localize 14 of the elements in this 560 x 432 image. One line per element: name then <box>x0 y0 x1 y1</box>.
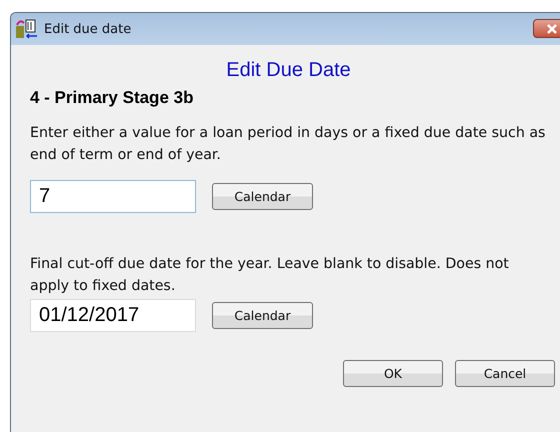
calendar-button[interactable]: Calendar <box>212 183 313 210</box>
window-title: Edit due date <box>44 22 132 36</box>
dialog-heading: Edit Due Date <box>225 59 352 82</box>
ok-button[interactable]: OK <box>343 360 443 387</box>
instruction-text: Final cut-off due date for the year. Leave blank to disable. Does not apply to fixed dates. <box>30 255 510 296</box>
cutoff-date-field[interactable]: 01/12/2017 <box>30 299 196 332</box>
close-icon <box>546 24 558 34</box>
instruction-text: Enter either a value for a loan period in days or a fixed due date such as end of term or end of year. <box>30 124 546 165</box>
calendar-button[interactable]: Calendar <box>212 302 313 329</box>
close-button[interactable] <box>533 19 560 38</box>
cancel-button[interactable]: Cancel <box>455 360 555 387</box>
loan-period-field[interactable]: 7 <box>30 180 196 213</box>
app-icon <box>15 18 39 40</box>
dialog-subtitle: 4 - Primary Stage 3b <box>30 88 194 108</box>
